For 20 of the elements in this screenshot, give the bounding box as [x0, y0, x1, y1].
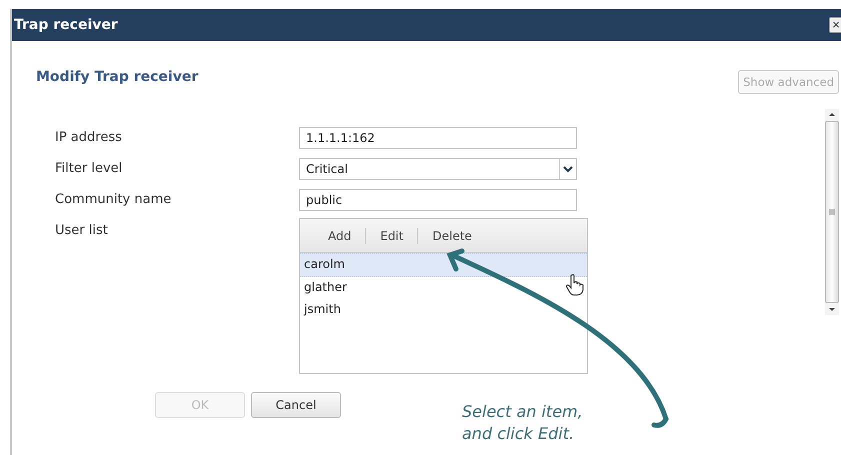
list-item[interactable]: jsmith — [300, 299, 587, 321]
toolbar-button[interactable]: Edit — [366, 228, 418, 242]
field-label: Filter level — [55, 160, 124, 176]
list-item[interactable]: carolm — [300, 253, 587, 277]
field-label: IP address — [55, 129, 123, 145]
list-item[interactable]: glather — [300, 277, 587, 299]
field-label: Community name — [55, 191, 172, 207]
toolbar-button[interactable]: Add — [314, 228, 366, 242]
callout-text: Select an item, and click Edit. — [462, 401, 583, 445]
toolbar-button[interactable]: Delete — [418, 228, 486, 242]
input-field[interactable]: public — [299, 189, 577, 211]
hand-cursor-icon — [565, 273, 585, 297]
section-heading: Modify Trap receiver — [36, 69, 198, 85]
dropdown-field[interactable]: Critical — [299, 158, 577, 180]
close-button[interactable]: × — [829, 17, 841, 33]
window-title: Trap receiver — [14, 17, 118, 33]
grip-icon — [828, 208, 836, 216]
dialog-button[interactable]: Cancel — [251, 392, 341, 418]
field-label: User list — [55, 222, 109, 238]
input-field[interactable]: 1.1.1.1:162 — [299, 127, 577, 149]
